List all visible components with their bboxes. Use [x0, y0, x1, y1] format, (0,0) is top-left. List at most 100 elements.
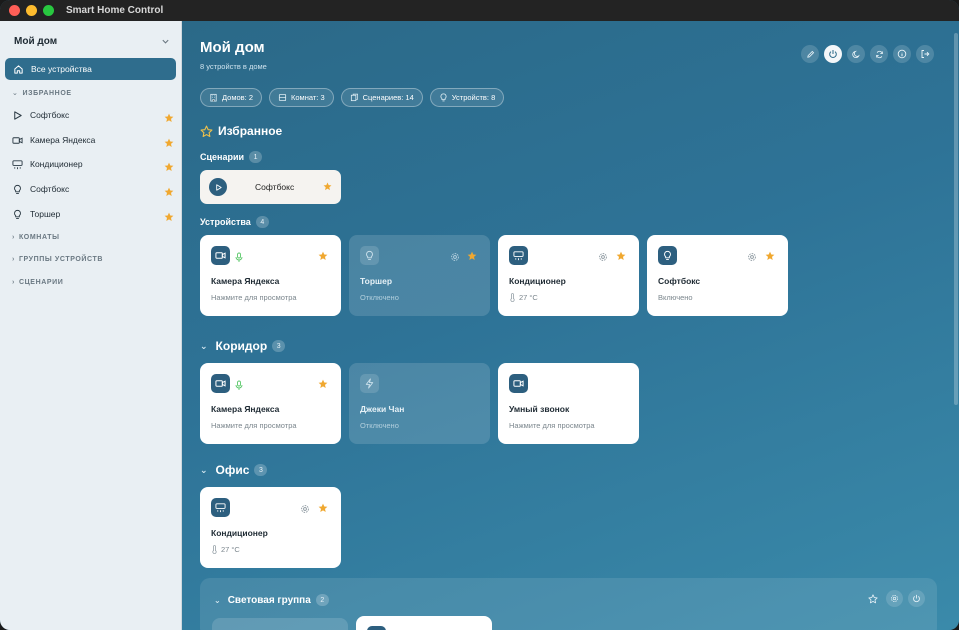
group-power-button[interactable]: [908, 590, 925, 607]
device-status: Включено: [658, 293, 693, 302]
device-card-yandex-camera[interactable]: Камера Яндекса Нажмите для просмотра: [200, 363, 341, 444]
devices-count-chip[interactable]: Устройств: 8: [429, 88, 505, 107]
chevron-down-icon: ⌄: [12, 90, 19, 97]
count-badge: 4: [255, 216, 269, 228]
bulb-icon: [12, 184, 23, 195]
home-selector-label: Мой дом: [14, 35, 58, 47]
night-mode-button[interactable]: [847, 45, 865, 63]
scenarios-count-chip[interactable]: Сценариев: 14: [340, 88, 423, 107]
star-icon[interactable]: [164, 184, 174, 196]
refresh-button[interactable]: [870, 45, 888, 63]
bulb-icon: [658, 246, 677, 265]
count-badge: 3: [254, 464, 268, 476]
room-header-corridor[interactable]: ⌄ Коридор 3: [200, 339, 286, 353]
star-icon[interactable]: [164, 110, 174, 122]
device-card-smart-doorbell[interactable]: Умный звонок Нажмите для просмотра: [498, 363, 639, 444]
lightning-icon: [360, 374, 379, 393]
logout-icon: [921, 50, 930, 58]
sidebar-fav-air-conditioner[interactable]: Кондиционер: [12, 157, 174, 171]
building-icon: [209, 93, 218, 102]
star-icon[interactable]: [318, 500, 328, 512]
star-outline-icon: [200, 125, 213, 138]
ac-icon: [211, 498, 230, 517]
favorites-section-header[interactable]: ⌄ ИЗБРАННОЕ: [12, 89, 72, 98]
device-name: Торшер: [360, 276, 393, 286]
close-window-button[interactable]: [9, 5, 20, 16]
favorites-heading: Избранное: [200, 124, 282, 138]
device-status: 27 °C: [211, 545, 240, 554]
favorite-group-button[interactable]: [864, 590, 881, 607]
rooms-count-chip[interactable]: Комнат: 3: [269, 88, 334, 107]
gear-icon: [891, 595, 898, 602]
microphone-icon: [234, 378, 244, 390]
star-icon[interactable]: [164, 135, 174, 147]
bulb-icon: [360, 246, 379, 265]
sidebar-fav-softbox-light[interactable]: Софтбокс: [12, 182, 174, 196]
home-selector[interactable]: Мой дом: [14, 33, 170, 49]
device-name: Камера Яндекса: [211, 276, 280, 286]
power-button[interactable]: [824, 45, 842, 63]
minimize-window-button[interactable]: [26, 5, 37, 16]
star-icon[interactable]: [467, 248, 477, 260]
camera-icon: [12, 135, 23, 146]
thermometer-icon: [211, 545, 218, 554]
edit-button[interactable]: [801, 45, 819, 63]
device-status: Нажмите для просмотра: [211, 293, 297, 302]
device-card-jackie-chan[interactable]: Джеки Чан Отключено: [349, 363, 490, 444]
play-icon: [12, 110, 23, 121]
group-settings-button[interactable]: [886, 590, 903, 607]
sidebar-fav-yandex-camera[interactable]: Камера Яндекса: [12, 133, 174, 147]
title-bar: Smart Home Control: [0, 0, 959, 21]
device-group-lighting: ⌄ Световая группа 2: [200, 578, 937, 630]
gear-icon[interactable]: [747, 249, 757, 261]
star-icon[interactable]: [318, 248, 328, 260]
device-card-partial[interactable]: [356, 616, 492, 630]
gear-icon[interactable]: [300, 501, 310, 513]
room-header-office[interactable]: ⌄ Офис 3: [200, 463, 268, 477]
device-card-softbox[interactable]: Софтбокс Включено: [647, 235, 788, 316]
main-content[interactable]: Мой дом 8 устройств в доме Домов: 2 Комн…: [182, 21, 959, 630]
device-card-air-conditioner[interactable]: Кондиционер 27 °C: [498, 235, 639, 316]
device-name: Умный звонок: [509, 404, 570, 414]
star-icon[interactable]: [765, 248, 775, 260]
page-title: Мой дом: [200, 39, 265, 56]
device-card-floor-lamp[interactable]: Торшер Отключено: [349, 235, 490, 316]
scenario-icon: [350, 93, 359, 102]
room-icon: [278, 93, 287, 102]
ac-icon: [509, 246, 528, 265]
device-status: Отключено: [360, 293, 399, 302]
ac-icon: [12, 159, 23, 170]
scene-card-softbox[interactable]: Софтбокс: [200, 170, 341, 204]
star-icon[interactable]: [323, 178, 332, 191]
rooms-section-header[interactable]: › КОМНАТЫ: [12, 234, 60, 241]
homes-count-chip[interactable]: Домов: 2: [200, 88, 262, 107]
refresh-icon: [875, 50, 883, 58]
scrollbar[interactable]: [954, 33, 958, 405]
info-button[interactable]: [893, 45, 911, 63]
logout-button[interactable]: [916, 45, 934, 63]
device-card-partial[interactable]: [212, 618, 348, 630]
scenes-section-header[interactable]: › СЦЕНАРИИ: [12, 279, 63, 286]
scene-name: Софтбокс: [255, 182, 295, 192]
device-group-actions: [859, 590, 925, 607]
gear-icon[interactable]: [450, 249, 460, 261]
star-icon[interactable]: [616, 248, 626, 260]
sidebar-item-all-devices[interactable]: Все устройства: [5, 58, 176, 80]
device-card-yandex-camera[interactable]: Камера Яндекса Нажмите для просмотра: [200, 235, 341, 316]
count-badge: 2: [315, 594, 329, 606]
device-name: Софтбокс: [658, 276, 701, 286]
device-card-air-conditioner[interactable]: Кондиционер 27 °C: [200, 487, 341, 568]
sidebar-fav-softbox-scene[interactable]: Софтбокс: [12, 108, 174, 122]
zoom-window-button[interactable]: [43, 5, 54, 16]
page-subtitle: 8 устройств в доме: [200, 62, 267, 71]
sidebar-fav-floor-lamp[interactable]: Торшер: [12, 207, 174, 221]
device-groups-section-header[interactable]: › ГРУППЫ УСТРОЙСТВ: [12, 256, 103, 263]
star-icon[interactable]: [164, 159, 174, 171]
thermometer-icon: [509, 293, 516, 302]
bulb-icon: [439, 93, 448, 102]
star-icon[interactable]: [318, 376, 328, 388]
device-group-header[interactable]: ⌄ Световая группа 2: [214, 594, 329, 606]
star-icon[interactable]: [164, 209, 174, 221]
gear-icon[interactable]: [598, 249, 608, 261]
star-outline-icon: [867, 593, 878, 603]
